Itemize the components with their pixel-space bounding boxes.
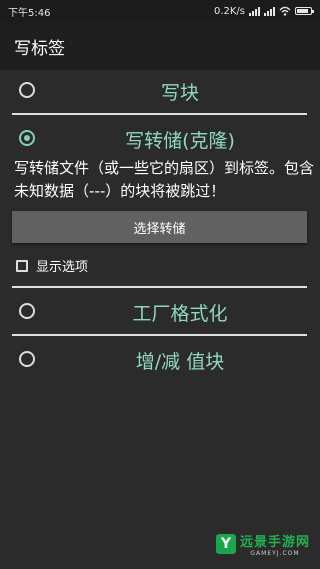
option-write-dump[interactable]: 写转储(克隆) [0,124,320,152]
write-dump-label: 写转储(克隆) [125,130,235,152]
show-options-label: 显示选项 [36,260,89,275]
write-dump-radio[interactable] [19,130,35,146]
watermark-subtitle: GAMEYJ.COM [250,550,300,557]
signal-icon [249,6,260,16]
inc-dec-value-block-label: 增/减 值块 [135,351,225,373]
select-dump-button[interactable]: 选择转储 [12,211,307,243]
inc-dec-value-block-radio[interactable] [19,351,35,367]
status-time: 下午5:46 [8,7,51,19]
watermark: Y 远景手游网 GAMEYJ.COM [215,531,310,557]
divider [12,334,307,336]
battery-icon [295,7,314,15]
option-factory-format[interactable]: 工厂格式化 [0,297,320,325]
factory-format-radio[interactable] [19,303,35,319]
status-bar: 下午5:46 0.2K/s [0,0,320,22]
network-speed: 0.2K/s [213,5,245,17]
page-title: 写标签 [14,38,65,59]
signal-icon-2 [264,6,275,16]
watermark-title: 远景手游网 [239,535,310,550]
show-options-checkbox[interactable] [16,259,28,272]
write-block-label: 写块 [160,82,199,104]
wifi-icon [279,6,291,16]
divider [12,286,307,288]
factory-format-label: 工厂格式化 [132,303,228,325]
write-dump-description: 写转储文件（或一些它的扇区）到标签。包含未知数据（---）的块将被跳过！ [14,159,315,200]
status-indicators: 0.2K/s [213,5,314,17]
watermark-logo-icon: Y [215,534,236,554]
divider [12,113,307,115]
write-block-radio[interactable] [19,82,35,98]
app-bar: 写标签 [0,22,320,70]
watermark-text: 远景手游网 GAMEYJ.COM [240,531,310,557]
option-write-block[interactable]: 写块 [0,76,320,104]
option-inc-dec-value-block[interactable]: 增/减 值块 [0,345,320,373]
show-options-row[interactable]: 显示选项 [16,256,88,275]
